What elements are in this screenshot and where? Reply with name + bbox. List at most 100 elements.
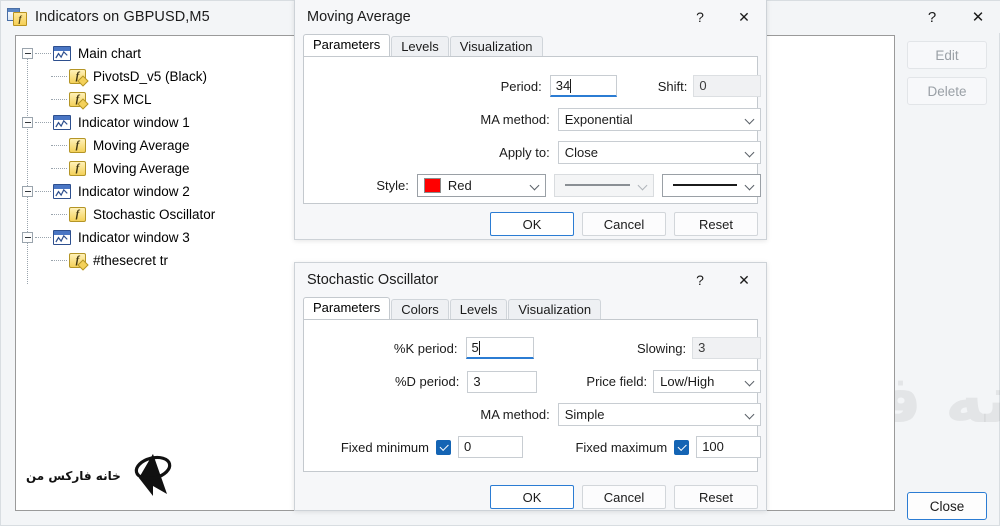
close-button[interactable]: Close: [907, 492, 987, 520]
tree-connector: [35, 190, 51, 193]
chevron-down-icon: [745, 114, 756, 125]
stochastic-dialog-controls: ? ✕: [678, 263, 766, 297]
stoch-ma-method-select[interactable]: Simple: [557, 403, 761, 426]
tree-item-label: Moving Average: [93, 161, 190, 176]
tree-item-label: #thesecret tr: [93, 253, 169, 268]
fixed-minimum-label: Fixed minimum: [340, 439, 429, 455]
price-field-select[interactable]: Low/High: [653, 370, 761, 393]
d-period-input[interactable]: 3: [467, 370, 537, 393]
stochastic-parameters-pane: %K period: 5 Slowing: 3 %D period: 3 Pri…: [303, 319, 761, 472]
screen-root: f Indicators on GBPUSD,M5 ? ✕ خانه فارکس…: [0, 0, 1000, 526]
stochastic-oscillator-dialog: Stochastic Oscillator ? ✕ Parameters Col…: [294, 262, 767, 511]
period-row: Period: 34 Shift: 0: [304, 75, 761, 97]
tab-levels[interactable]: Levels: [391, 36, 449, 57]
indicators-window-title: Indicators on GBPUSD,M5: [35, 9, 210, 25]
tree-connector: [51, 213, 67, 216]
tab-parameters[interactable]: Parameters: [303, 34, 391, 56]
line-style-select[interactable]: [554, 174, 654, 197]
reset-button[interactable]: Reset: [674, 212, 758, 236]
ma-method-label: MA method:: [480, 112, 550, 127]
tree-item-label: Indicator window 3: [78, 230, 190, 245]
tab-visualization[interactable]: Visualization: [508, 299, 602, 320]
help-icon[interactable]: ?: [909, 1, 955, 33]
tab-colors[interactable]: Colors: [391, 299, 449, 320]
style-color-name: Red: [447, 178, 472, 193]
ok-button[interactable]: OK: [490, 485, 574, 509]
fixed-maximum-checkbox[interactable]: [674, 439, 690, 455]
close-icon[interactable]: ✕: [722, 0, 766, 34]
k-period-input[interactable]: 5: [465, 337, 535, 359]
d-period-label: %D period:: [395, 374, 460, 389]
moving-average-dialog-footer: OK Cancel Reset: [482, 212, 758, 236]
chevron-down-icon: [638, 180, 649, 191]
slowing-input[interactable]: 3: [692, 337, 761, 359]
style-label: Style:: [376, 178, 409, 193]
period-input[interactable]: 34: [549, 75, 618, 97]
line-width-select[interactable]: [661, 174, 761, 197]
close-icon[interactable]: ✕: [955, 1, 1000, 33]
ma-method-select[interactable]: Exponential: [557, 108, 761, 131]
tree-connector: [35, 52, 51, 55]
chart-window-icon: [53, 184, 71, 199]
style-row: Style: Red: [304, 174, 761, 197]
line-width-preview: [672, 184, 737, 187]
tree-item-label: PivotsD_v5 (Black): [93, 69, 208, 84]
close-icon[interactable]: ✕: [722, 263, 766, 297]
chart-window-icon: [53, 46, 71, 61]
help-icon[interactable]: ?: [678, 0, 722, 34]
moving-average-dialog-title: Moving Average: [307, 9, 411, 25]
cancel-button[interactable]: Cancel: [582, 212, 666, 236]
k-period-row: %K period: 5 Slowing: 3: [304, 337, 761, 359]
fixed-maximum-input[interactable]: 100: [696, 436, 761, 458]
fixed-range-row: Fixed minimum 0 Fixed maximum 100: [304, 436, 761, 458]
price-field-label: Price field:: [586, 374, 648, 389]
moving-average-dialog: Moving Average ? ✕ Parameters Levels Vis…: [294, 0, 767, 240]
tree-item-label: Indicator window 1: [78, 115, 190, 130]
tab-parameters[interactable]: Parameters: [303, 297, 391, 319]
stoch-ma-method-value: Simple: [564, 407, 605, 422]
stochastic-dialog-titlebar: Stochastic Oscillator ? ✕: [295, 263, 766, 297]
stoch-ma-method-label: MA method:: [480, 407, 550, 422]
cancel-button[interactable]: Cancel: [582, 485, 666, 509]
k-period-label: %K period:: [393, 340, 458, 356]
indicator-fx-icon: f: [69, 92, 86, 107]
help-icon[interactable]: ?: [678, 263, 722, 297]
indicator-f-icon: f: [69, 138, 86, 153]
moving-average-dialog-controls: ? ✕: [678, 0, 766, 34]
tree-connector: [51, 167, 67, 170]
tree-connector: [35, 121, 51, 124]
edit-button[interactable]: Edit: [907, 41, 987, 69]
tree-expander-icon[interactable]: [22, 48, 33, 59]
tree-expander-icon[interactable]: [22, 232, 33, 243]
price-field-value: Low/High: [660, 374, 715, 389]
shift-input[interactable]: 0: [693, 75, 761, 97]
tree-item-label: Stochastic Oscillator: [93, 207, 216, 222]
reset-button[interactable]: Reset: [674, 485, 758, 509]
tree-item-label: Moving Average: [93, 138, 190, 153]
apply-to-value: Close: [564, 145, 598, 160]
indicator-f-icon: f: [69, 207, 86, 222]
fixed-minimum-input[interactable]: 0: [457, 436, 523, 458]
tree-expander-icon[interactable]: [22, 117, 33, 128]
fixed-minimum-checkbox[interactable]: [435, 439, 451, 455]
chevron-down-icon: [745, 180, 756, 191]
tree-expander-icon[interactable]: [22, 186, 33, 197]
tree-connector: [51, 259, 67, 262]
chevron-down-icon: [745, 376, 756, 387]
tab-visualization[interactable]: Visualization: [449, 36, 543, 57]
indicator-fx-icon: f: [69, 253, 86, 268]
stochastic-tabs: Parameters Colors Levels Visualization: [295, 297, 766, 320]
style-color-select[interactable]: Red: [416, 174, 547, 197]
apply-to-select[interactable]: Close: [557, 141, 761, 164]
tree-connector: [35, 236, 51, 239]
tree-item-label: Main chart: [78, 46, 142, 61]
delete-button[interactable]: Delete: [907, 77, 987, 105]
tree-connector: [51, 98, 67, 101]
ok-button[interactable]: OK: [490, 212, 574, 236]
ma-method-value: Exponential: [564, 112, 633, 127]
moving-average-parameters-pane: Period: 34 Shift: 0 MA method: Exponenti…: [303, 56, 761, 204]
tab-levels[interactable]: Levels: [449, 299, 508, 320]
moving-average-tabs: Parameters Levels Visualization: [295, 34, 766, 57]
apply-to-row: Apply to: Close: [304, 141, 761, 164]
stochastic-dialog-footer: OK Cancel Reset: [482, 485, 758, 509]
